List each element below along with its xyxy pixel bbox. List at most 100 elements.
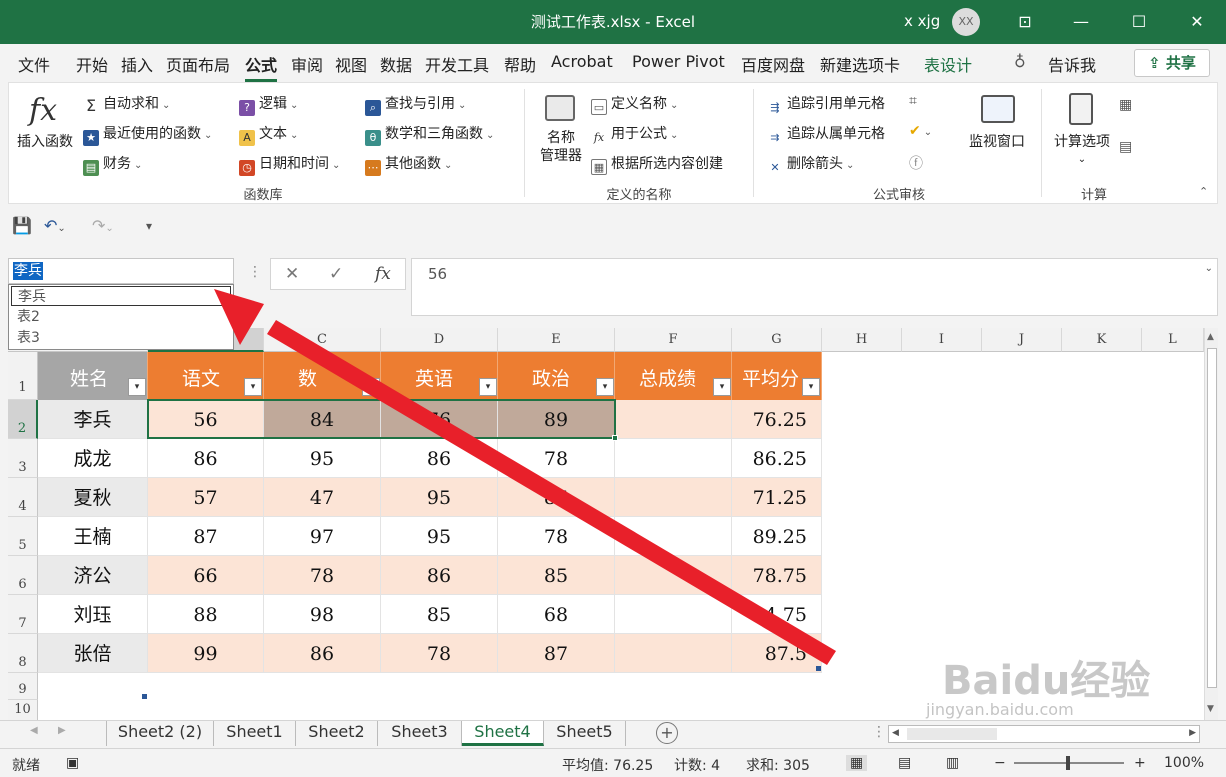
name-cell[interactable]: 刘珏 bbox=[38, 595, 148, 634]
name-cell[interactable]: 成龙 bbox=[38, 439, 148, 478]
table-cell[interactable]: 87 bbox=[148, 517, 264, 556]
prev-sheet-icon[interactable]: ◀ bbox=[30, 725, 38, 736]
scroll-right-icon[interactable]: ▶ bbox=[1189, 728, 1196, 738]
table-cell[interactable]: 87.5 bbox=[732, 634, 822, 673]
table-cell[interactable]: 98 bbox=[264, 595, 381, 634]
table-cell[interactable]: 86 bbox=[148, 439, 264, 478]
error-checking-icon[interactable]: ✔ ⌄ bbox=[909, 123, 932, 139]
table-cell[interactable] bbox=[615, 478, 732, 517]
lightbulb-icon[interactable]: ♁ bbox=[1014, 52, 1026, 71]
recent-functions-button[interactable]: ★ 最近使用的函数 ⌄ bbox=[83, 123, 212, 146]
calculate-now-icon[interactable]: ▦ bbox=[1119, 97, 1132, 113]
tab-new[interactable]: 新建选项卡 bbox=[820, 52, 900, 76]
save-icon[interactable]: 💾 bbox=[12, 216, 32, 235]
tab-acrobat[interactable]: Acrobat bbox=[551, 52, 613, 71]
insert-function-button[interactable]: fx 插入函数 bbox=[13, 89, 77, 153]
column-header-k[interactable]: K bbox=[1062, 328, 1142, 352]
tab-formulas[interactable]: 公式 bbox=[245, 52, 278, 82]
row-header-7[interactable]: 7 bbox=[8, 595, 38, 634]
table-cell[interactable]: 95 bbox=[381, 478, 498, 517]
user-name[interactable]: x xjg bbox=[904, 12, 940, 30]
table-cell[interactable]: 86 bbox=[264, 634, 381, 673]
tab-page-layout[interactable]: 页面布局 bbox=[166, 52, 230, 76]
table-header-cell[interactable]: 平均分 ▾ bbox=[732, 352, 822, 400]
avatar[interactable]: XX bbox=[952, 8, 980, 36]
fill-handle[interactable] bbox=[612, 435, 618, 441]
name-cell[interactable]: 夏秋 bbox=[38, 478, 148, 517]
status-average[interactable]: 平均值: 76.25 bbox=[562, 755, 653, 775]
table-cell[interactable]: 78 bbox=[381, 634, 498, 673]
table-cell[interactable]: 57 bbox=[148, 478, 264, 517]
filter-dropdown-icon[interactable]: ▾ bbox=[802, 378, 820, 396]
table-cell[interactable]: 87 bbox=[498, 634, 615, 673]
remove-arrows-button[interactable]: ✕ 删除箭头 ⌄ bbox=[767, 153, 854, 176]
name-manager-button[interactable]: 名称 管理器 bbox=[533, 91, 589, 171]
math-button[interactable]: θ 数学和三角函数 ⌄ bbox=[365, 123, 494, 146]
column-header-g[interactable]: G bbox=[732, 328, 822, 352]
table-cell[interactable]: 86 bbox=[498, 478, 615, 517]
hscroll-thumb[interactable] bbox=[907, 728, 997, 740]
enter-icon[interactable]: ✓ bbox=[329, 264, 343, 284]
name-cell[interactable]: 李兵 bbox=[38, 400, 148, 439]
name-cell[interactable]: 张倍 bbox=[38, 634, 148, 673]
tab-insert[interactable]: 插入 bbox=[121, 52, 153, 76]
column-header-c[interactable]: C bbox=[264, 328, 381, 352]
calculation-options-button[interactable]: 计算选项 ⌄ bbox=[1047, 91, 1117, 171]
row-header-4[interactable]: 4 bbox=[8, 478, 38, 517]
collapse-ribbon-icon[interactable]: ⌃ bbox=[1199, 185, 1208, 198]
table-cell[interactable]: 85 bbox=[381, 595, 498, 634]
insert-function-icon[interactable]: fx bbox=[375, 264, 391, 284]
horizontal-scrollbar[interactable]: ◀ ▶ bbox=[888, 725, 1200, 743]
filter-dropdown-icon[interactable]: ▾ bbox=[596, 378, 614, 396]
tab-help[interactable]: 帮助 bbox=[504, 52, 536, 76]
column-header-h[interactable]: H bbox=[822, 328, 902, 352]
customize-qat-icon[interactable]: ▾ bbox=[146, 219, 152, 233]
redo-icon[interactable]: ↷⌄ bbox=[92, 216, 114, 235]
maximize-icon[interactable]: ☐ bbox=[1124, 8, 1154, 36]
sheet-tab[interactable]: Sheet5 bbox=[544, 721, 626, 746]
table-cell[interactable]: 88 bbox=[148, 595, 264, 634]
table-cell[interactable]: 76.25 bbox=[732, 400, 822, 439]
undo-icon[interactable]: ↶⌄ bbox=[44, 216, 66, 235]
tabs-split-icon[interactable]: ⋮ bbox=[872, 724, 886, 740]
autosum-button[interactable]: Σ 自动求和 ⌄ bbox=[83, 93, 170, 114]
row-header-6[interactable]: 6 bbox=[8, 556, 38, 595]
table-cell[interactable]: 85 bbox=[498, 556, 615, 595]
next-sheet-icon[interactable]: ▶ bbox=[58, 725, 66, 736]
zoom-level[interactable]: 100% bbox=[1164, 755, 1204, 771]
minimize-icon[interactable]: — bbox=[1066, 8, 1096, 36]
datetime-button[interactable]: ◷ 日期和时间 ⌄ bbox=[239, 153, 340, 176]
table-cell[interactable]: 95 bbox=[381, 517, 498, 556]
table-cell[interactable] bbox=[615, 634, 732, 673]
use-in-formula-button[interactable]: fx 用于公式 ⌄ bbox=[591, 123, 679, 146]
row-header-5[interactable]: 5 bbox=[8, 517, 38, 556]
watch-window-button[interactable]: 监视窗口 bbox=[961, 91, 1033, 161]
tab-view[interactable]: 视图 bbox=[335, 52, 367, 76]
expand-formula-icon[interactable]: ⌄ bbox=[1205, 263, 1213, 274]
table-header-cell[interactable]: 政治 ▾ bbox=[498, 352, 615, 400]
row-header-2[interactable]: 2 bbox=[8, 400, 38, 439]
table-cell[interactable]: 89.25 bbox=[732, 517, 822, 556]
table-cell[interactable]: 71.25 bbox=[732, 478, 822, 517]
table-header-cell[interactable]: 英语 ▾ bbox=[381, 352, 498, 400]
row-header-3[interactable]: 3 bbox=[8, 439, 38, 478]
tab-table-design[interactable]: 表设计 bbox=[924, 52, 972, 76]
calculate-sheet-icon[interactable]: ▤ bbox=[1119, 139, 1132, 155]
table-header-cell[interactable]: 语文 ▾ bbox=[148, 352, 264, 400]
table-cell[interactable]: 84.75 bbox=[732, 595, 822, 634]
table-cell[interactable]: 78 bbox=[264, 556, 381, 595]
column-header-i[interactable]: I bbox=[902, 328, 982, 352]
table-header-cell[interactable]: 数 ▾ bbox=[264, 352, 381, 400]
row-header-8[interactable]: 8 bbox=[8, 634, 38, 673]
table-cell[interactable]: 78 bbox=[498, 517, 615, 556]
page-break-view-icon[interactable]: ▥ bbox=[946, 755, 959, 771]
table-header-cell[interactable]: 姓名 ▾ bbox=[38, 352, 148, 400]
table-cell[interactable]: 66 bbox=[148, 556, 264, 595]
formula-bar-grip-icon[interactable]: ⋮ bbox=[248, 264, 262, 280]
table-cell[interactable] bbox=[615, 517, 732, 556]
name-cell[interactable]: 王楠 bbox=[38, 517, 148, 556]
define-name-button[interactable]: ▭ 定义名称 ⌄ bbox=[591, 93, 678, 115]
table-cell[interactable]: 99 bbox=[148, 634, 264, 673]
tab-developer[interactable]: 开发工具 bbox=[425, 52, 489, 76]
scroll-down-icon[interactable]: ▼ bbox=[1207, 704, 1214, 714]
